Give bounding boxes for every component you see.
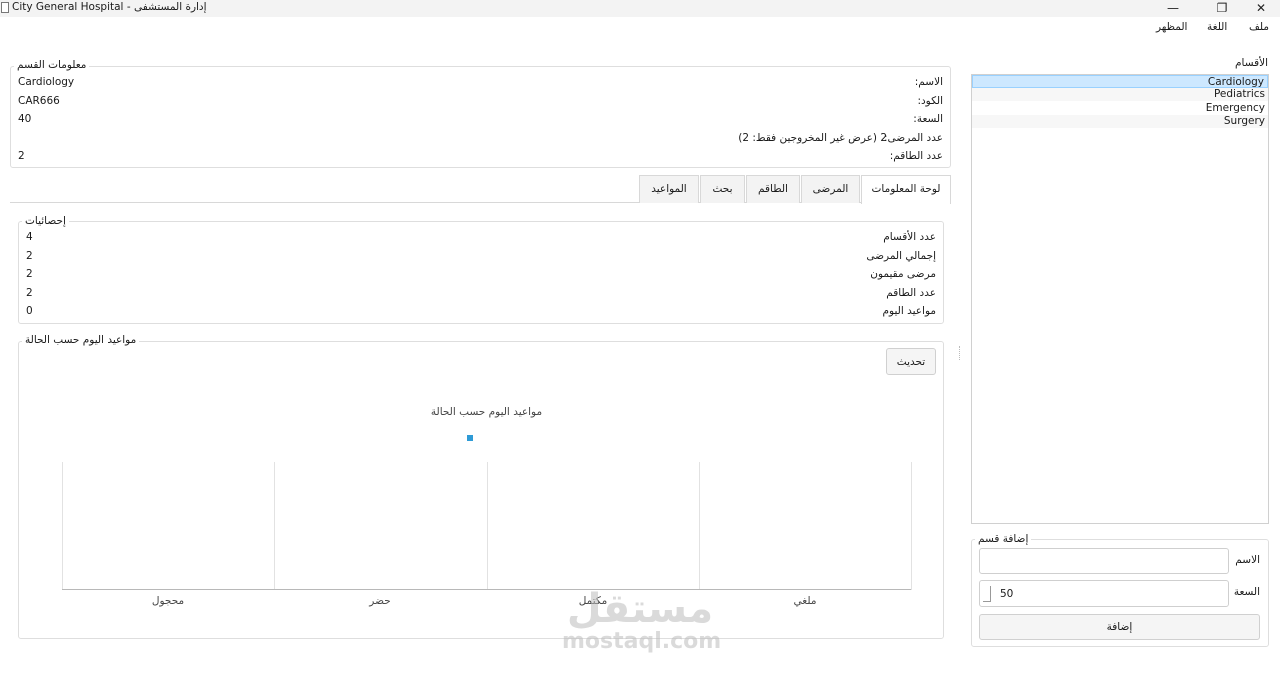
splitter-handle[interactable] — [959, 346, 961, 360]
tab-patients[interactable]: المرضى — [801, 175, 860, 203]
stat-value-today-appointments: 0 — [26, 305, 33, 317]
watermark: مستقل mostaql.com — [562, 586, 722, 654]
dept-staff-label: عدد الطاقم: — [889, 150, 943, 162]
spinbox-stepper[interactable] — [983, 586, 991, 602]
refresh-button[interactable]: تحديث — [886, 348, 936, 375]
department-info-group — [10, 66, 951, 168]
add-name-label: الاسم — [1235, 554, 1260, 566]
maximize-button[interactable]: ❐ — [1205, 0, 1239, 17]
chart-gridline — [699, 462, 700, 590]
department-item[interactable]: Surgery — [972, 115, 1268, 128]
stat-label-total-patients: إجمالي المرضى — [866, 250, 936, 262]
menu-file[interactable]: ملف — [1249, 21, 1269, 33]
watermark-latin: mostaql.com — [562, 629, 722, 654]
stat-label-inpatients: مرضى مقيمون — [870, 268, 936, 280]
chart-gridline — [487, 462, 488, 590]
chart-gridline — [911, 462, 912, 590]
dept-name-label: الاسم: — [914, 76, 943, 88]
app-icon — [1, 2, 9, 13]
chart-category-label: ملغي — [793, 595, 817, 607]
tab-search[interactable]: بحث — [700, 175, 745, 203]
chart-plot-area — [62, 462, 912, 590]
chart-category-label: محجول — [151, 595, 185, 607]
dept-code-label: الكود: — [917, 95, 943, 107]
stat-label-departments: عدد الأقسام — [883, 231, 936, 243]
capacity-value: 50 — [1000, 588, 1014, 600]
chart-gridline — [62, 462, 63, 590]
stat-label-today-appointments: مواعيد اليوم — [882, 305, 936, 317]
chart-gridline — [274, 462, 275, 590]
capacity-spinbox[interactable]: 50 — [979, 580, 1229, 607]
menu-appearance[interactable]: المظهر — [1156, 21, 1187, 33]
close-button[interactable]: ✕ — [1244, 0, 1278, 17]
add-capacity-label: السعة — [1233, 586, 1260, 598]
statistics-group — [18, 221, 944, 324]
menu-language[interactable]: اللغة — [1207, 21, 1227, 33]
chart-x-axis — [62, 589, 911, 590]
dept-patients-value: 2 (عرض غير المخروجين فقط: 2) — [738, 132, 887, 144]
chart-category-label: حضر — [369, 595, 391, 607]
dept-capacity-value: 40 — [18, 113, 32, 125]
minimize-button[interactable]: — — [1156, 0, 1190, 17]
departments-title: الأقسام — [1235, 57, 1268, 69]
dept-capacity-label: السعة: — [913, 113, 943, 125]
add-name-input[interactable] — [979, 548, 1229, 574]
chart-legend-marker — [467, 435, 473, 441]
stat-value-inpatients: 2 — [26, 268, 33, 280]
stat-value-staff: 2 — [26, 287, 33, 299]
add-department-button[interactable]: إضافة — [979, 614, 1260, 640]
stat-label-staff: عدد الطاقم — [886, 287, 936, 299]
dept-staff-value: 2 — [18, 150, 25, 162]
department-info-title: معلومات القسم — [14, 59, 90, 71]
department-item[interactable]: Cardiology — [972, 75, 1268, 88]
stat-value-total-patients: 2 — [26, 250, 33, 262]
statistics-title: إحصائيات — [22, 215, 69, 227]
department-item[interactable]: Pediatrics — [972, 88, 1268, 101]
watermark-arabic: مستقل — [566, 586, 714, 632]
appointments-title: مواعيد اليوم حسب الحالة — [22, 334, 140, 346]
tab-dashboard[interactable]: لوحة المعلومات — [861, 175, 951, 204]
dept-patients-label: عدد المرضى: — [884, 132, 943, 144]
departments-list[interactable] — [971, 74, 1269, 524]
chart-title: مواعيد اليوم حسب الحالة — [430, 406, 543, 418]
department-item[interactable]: Emergency — [972, 102, 1268, 115]
add-department-title: إضافة قسم — [975, 533, 1032, 545]
chart-category-labels: محجول حضر مكتمل ملغي — [62, 595, 911, 609]
stat-value-departments: 4 — [26, 231, 33, 243]
dept-code-value: CAR666 — [18, 95, 60, 107]
window-title: City General Hospital - إدارة المستشفى — [12, 1, 207, 13]
dept-name-value: Cardiology — [18, 76, 75, 88]
tab-staff[interactable]: الطاقم — [746, 175, 800, 203]
tab-appointments[interactable]: المواعيد — [639, 175, 699, 203]
